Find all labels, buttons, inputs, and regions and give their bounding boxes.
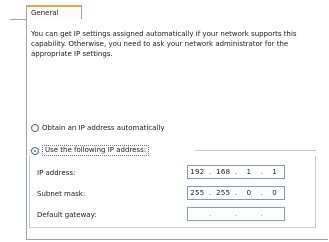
ip-octet-1[interactable]: 192	[190, 168, 204, 176]
group-border-right-segment	[195, 150, 316, 151]
screenshot-stage: General You can get IP settings assigned…	[0, 0, 329, 242]
intro-text: You can get IP settings assigned automat…	[31, 30, 297, 58]
ip-octet-3[interactable]: 1	[242, 168, 256, 176]
mask-octet-1[interactable]: 255	[190, 189, 204, 197]
ip-octet-2[interactable]: 168	[216, 168, 230, 176]
ip-address-label: IP address:	[37, 169, 76, 177]
mask-octet-2[interactable]: 255	[216, 189, 230, 197]
obtain-ip-automatically-radio[interactable]	[31, 123, 39, 132]
ip-address-row: IP address: 192. 168. 1. 1	[37, 165, 311, 181]
ip-address-input[interactable]: 192. 168. 1. 1	[187, 165, 285, 179]
obtain-ip-automatically-option[interactable]: Obtain an IP address automatically	[31, 122, 165, 133]
use-following-ip-label: Use the following IP address:	[42, 145, 150, 156]
use-following-ip-option[interactable]: Use the following IP address:	[31, 145, 150, 156]
subnet-mask-label: Subnet mask:	[37, 190, 86, 198]
tab-general-label: General	[31, 9, 59, 17]
use-following-ip-radio[interactable]	[31, 146, 39, 155]
subnet-mask-row: Subnet mask: 255. 255. 0. 0	[37, 186, 311, 202]
tab-strip: General	[10, 5, 328, 20]
default-gateway-label: Default gateway:	[37, 211, 97, 219]
tab-general[interactable]: General	[26, 5, 82, 20]
obtain-ip-automatically-label: Obtain an IP address automatically	[42, 123, 165, 132]
mask-octet-3[interactable]: 0	[242, 189, 256, 197]
mask-octet-4[interactable]: 0	[268, 189, 282, 197]
subnet-mask-input[interactable]: 255. 255. 0. 0	[187, 186, 285, 200]
ip-octet-4[interactable]: 1	[268, 168, 282, 176]
default-gateway-row: Default gateway: . . .	[37, 207, 311, 223]
general-tab-panel: You can get IP settings assigned automat…	[26, 19, 328, 240]
tcpip-properties-dialog: General You can get IP settings assigned…	[10, 5, 328, 241]
default-gateway-input[interactable]: . . .	[187, 207, 285, 221]
